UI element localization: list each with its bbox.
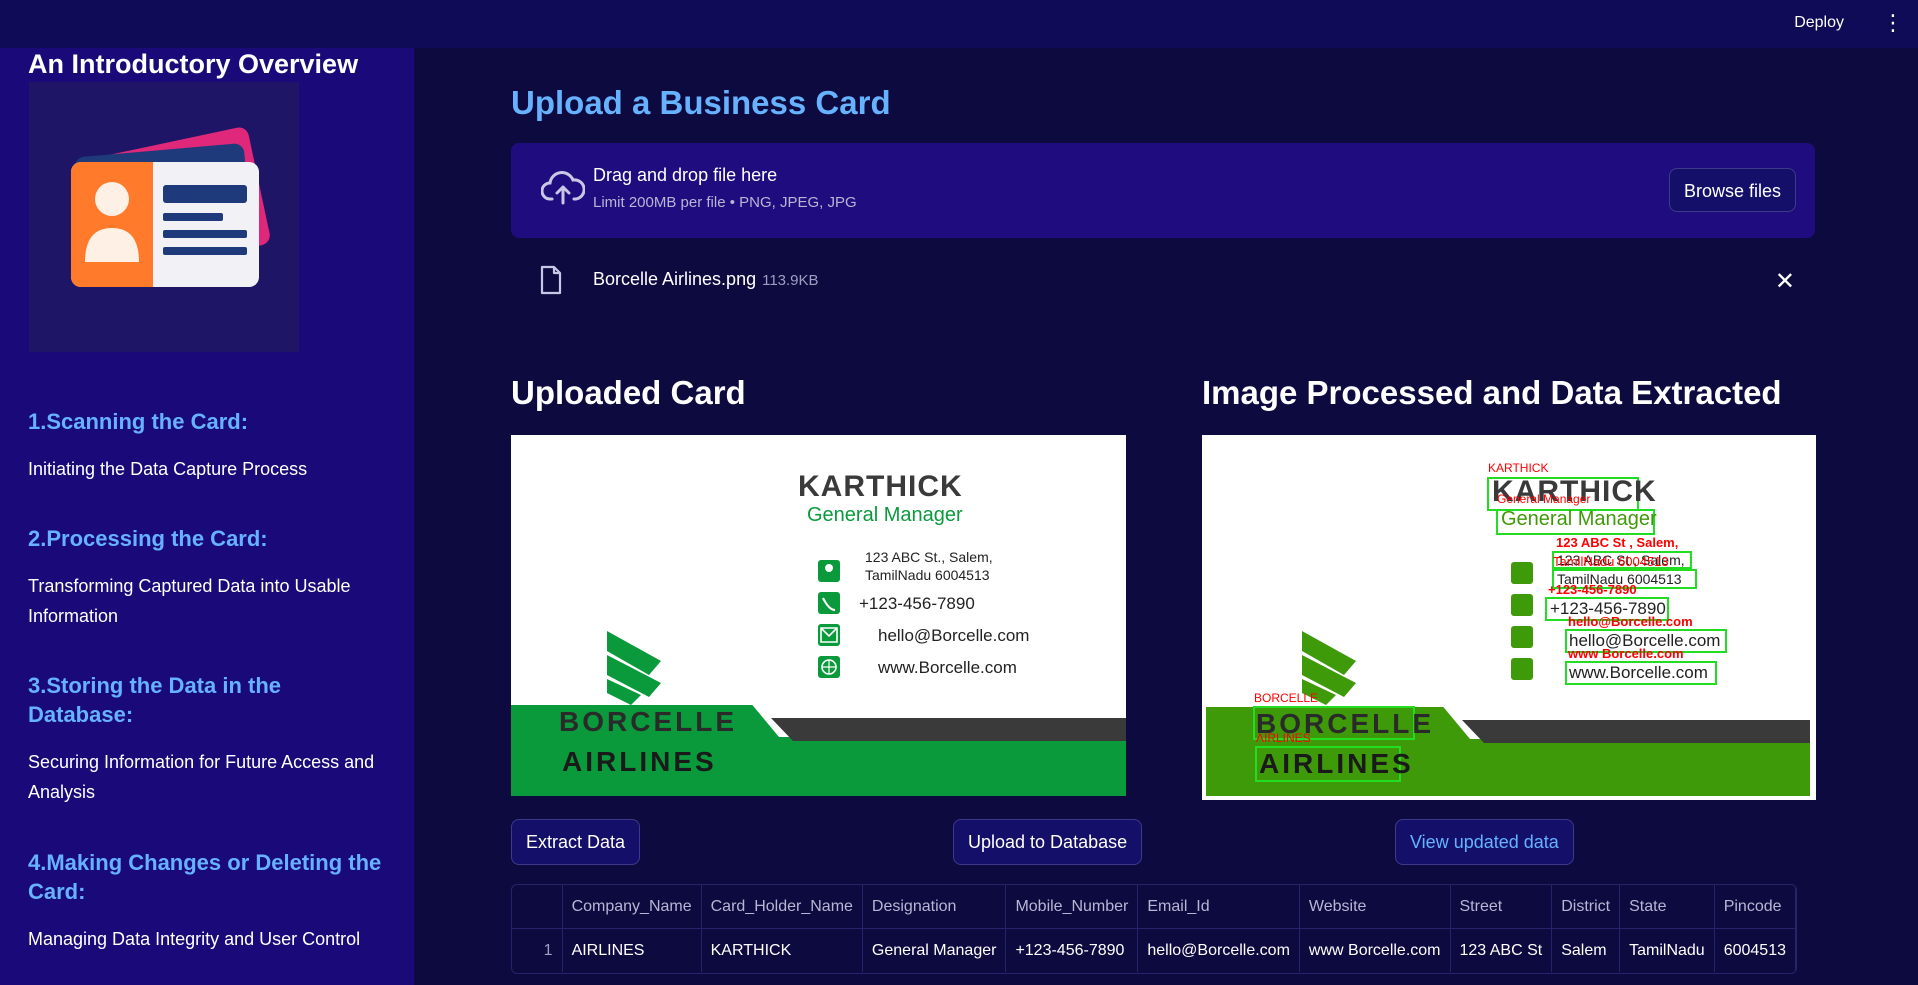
column-header[interactable]: Designation xyxy=(862,885,1007,929)
card-company-line2: AIRLINES xyxy=(1259,748,1414,779)
business-card-icon xyxy=(29,82,299,352)
column-header[interactable]: District xyxy=(1551,885,1621,929)
uploaded-card-image: KARTHICK General Manager 123 ABC St., Sa… xyxy=(511,435,1126,796)
card-website: www.Borcelle.com xyxy=(1569,663,1708,682)
column-header[interactable]: State xyxy=(1619,885,1715,929)
table-cell[interactable]: 123 ABC St xyxy=(1450,928,1553,972)
table-cell[interactable]: TamilNadu xyxy=(1619,928,1715,972)
sidebar-section-heading: 3.Storing the Data in the Database: xyxy=(28,673,282,727)
extract-data-button[interactable]: Extract Data xyxy=(511,819,641,865)
card-name: KARTHICK xyxy=(798,470,963,503)
ocr-label-website: www Borcelle.com xyxy=(1568,646,1684,661)
table-cell[interactable]: AIRLINES xyxy=(562,928,702,972)
dropzone-limit: Limit 200MB per file • PNG, JPEG, JPG xyxy=(593,194,857,211)
uploaded-file-name: Borcelle Airlines.png 113.9KB xyxy=(593,269,819,290)
ocr-label-name: KARTHICK xyxy=(1488,461,1549,475)
column-header[interactable]: Email_Id xyxy=(1137,885,1300,929)
ocr-label-address2: TamilNadu 6004513 xyxy=(1553,554,1669,569)
card-company-line1: BORCELLE xyxy=(559,706,737,737)
card-email: hello@Borcelle.com xyxy=(878,626,1030,645)
kebab-menu-icon[interactable]: ⋮ xyxy=(1882,10,1904,36)
table-row: 1 AIRLINES KARTHICK General Manager +123… xyxy=(512,928,1796,972)
card-website: www.Borcelle.com xyxy=(878,658,1017,677)
index-header xyxy=(512,885,563,929)
upload-title: Upload a Business Card xyxy=(511,84,891,121)
file-icon xyxy=(539,265,563,300)
processed-card-title: Image Processed and Data Extracted xyxy=(1202,374,1782,411)
column-header[interactable]: Mobile_Number xyxy=(1005,885,1139,929)
file-dropzone[interactable]: Drag and drop file here Limit 200MB per … xyxy=(511,143,1815,238)
sidebar: An Introductory Overview 1.Scanning the … xyxy=(0,48,414,985)
table-cell[interactable]: KARTHICK xyxy=(701,928,863,972)
sidebar-section-text: Initiating the Data Capture Process xyxy=(28,459,308,479)
extracted-data-table: Company_Name Card_Holder_Name Designatio… xyxy=(511,884,1797,974)
sidebar-section-heading: 4.Making Changes or Deleting the Card: xyxy=(28,850,382,904)
upload-to-database-button[interactable]: Upload to Database xyxy=(953,819,1143,865)
remove-file-icon[interactable]: ✕ xyxy=(1775,267,1795,296)
sidebar-section-heading: 2.Processing the Card: xyxy=(28,526,268,551)
ocr-label-designation: General Manager xyxy=(1497,492,1591,506)
table-header-row: Company_Name Card_Holder_Name Designatio… xyxy=(512,885,1796,929)
cloud-upload-icon xyxy=(540,171,586,210)
main-content: Upload a Business Card Drag and drop fil… xyxy=(414,48,1918,985)
column-header[interactable]: Card_Holder_Name xyxy=(701,885,863,929)
sidebar-section-storing: 3.Storing the Data in the Database: Secu… xyxy=(28,671,388,807)
table-cell[interactable]: General Manager xyxy=(862,928,1007,972)
card-designation: General Manager xyxy=(1501,508,1657,530)
column-header[interactable]: Pincode xyxy=(1714,885,1796,929)
sidebar-section-changes: 4.Making Changes or Deleting the Card: M… xyxy=(28,848,388,954)
ocr-label-company2: AIRLINES xyxy=(1256,731,1311,745)
column-header[interactable]: Company_Name xyxy=(562,885,702,929)
column-header[interactable]: Website xyxy=(1299,885,1451,929)
table-cell[interactable]: Salem xyxy=(1551,928,1621,972)
card-phone: +123-456-7890 xyxy=(859,594,975,613)
view-updated-data-button[interactable]: View updated data xyxy=(1395,819,1574,865)
table-cell[interactable]: www Borcelle.com xyxy=(1299,928,1451,972)
ocr-label-company1: BORCELLE xyxy=(1254,691,1319,705)
processed-card-image: KARTHICK General Manager 123 ABC St , Sa… xyxy=(1202,435,1816,800)
ocr-label-phone: +123-456-7890 xyxy=(1548,582,1637,597)
uploaded-card-title: Uploaded Card xyxy=(511,374,746,411)
card-company-line2: AIRLINES xyxy=(562,746,717,777)
table-cell[interactable]: 6004513 xyxy=(1714,928,1796,972)
ocr-label-address1: 123 ABC St , Salem, xyxy=(1556,535,1679,550)
file-name-text: Borcelle Airlines.png xyxy=(593,269,757,289)
table-cell[interactable]: hello@Borcelle.com xyxy=(1137,928,1300,972)
ocr-label-email: hello@Borcelle.com xyxy=(1568,614,1693,629)
card-address-line1: 123 ABC St., Salem, xyxy=(865,549,993,565)
sidebar-section-heading: 1.Scanning the Card: xyxy=(28,409,249,434)
browse-files-button[interactable]: Browse files xyxy=(1668,168,1796,212)
sidebar-section-text: Transforming Captured Data into Usable I… xyxy=(28,576,351,626)
sidebar-title: An Introductory Overview xyxy=(28,49,359,79)
file-size: 113.9KB xyxy=(762,272,819,289)
dropzone-instruction: Drag and drop file here xyxy=(593,165,778,185)
sidebar-section-text: Securing Information for Future Access a… xyxy=(28,752,375,802)
top-bar: Deploy ⋮ xyxy=(0,0,1918,48)
uploaded-file-row: Borcelle Airlines.png 113.9KB ✕ xyxy=(511,255,1815,305)
card-designation: General Manager xyxy=(807,504,963,526)
column-header[interactable]: Street xyxy=(1450,885,1553,929)
sidebar-section-processing: 2.Processing the Card: Transforming Capt… xyxy=(28,524,388,631)
table-cell[interactable]: +123-456-7890 xyxy=(1005,928,1139,972)
deploy-button[interactable]: Deploy xyxy=(1790,12,1848,34)
sidebar-section-scanning: 1.Scanning the Card: Initiating the Data… xyxy=(28,407,388,484)
row-index: 1 xyxy=(512,928,563,972)
sidebar-section-text: Managing Data Integrity and User Control xyxy=(28,929,361,949)
card-address-line2: TamilNadu 6004513 xyxy=(865,567,990,583)
